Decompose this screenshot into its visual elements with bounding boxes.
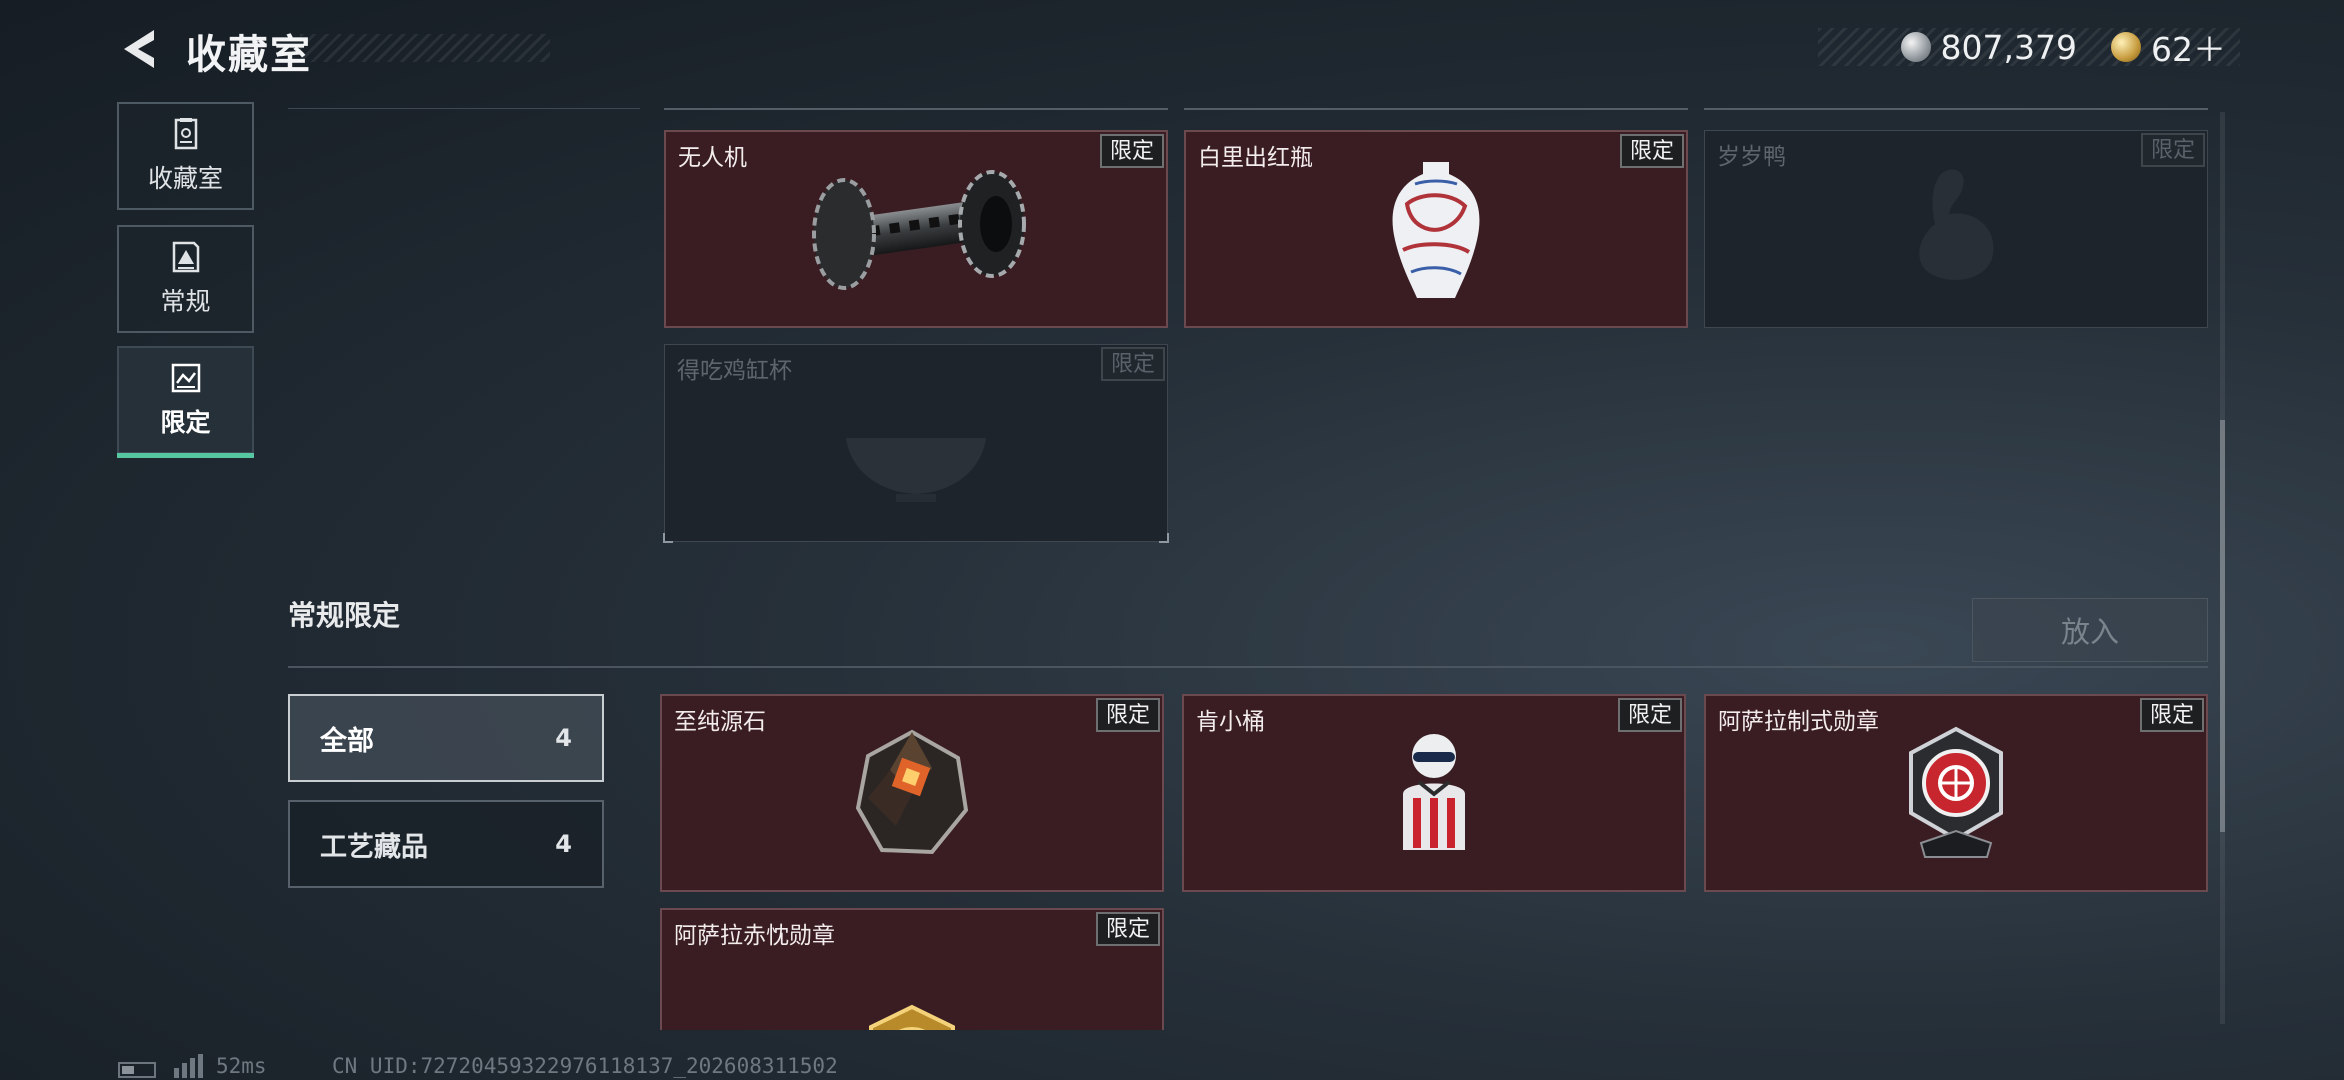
figure-icon xyxy=(1403,734,1465,850)
limited-badge: 限定 xyxy=(1619,134,1684,168)
limited-badge: 限定 xyxy=(1617,698,1682,732)
card-name: 阿萨拉制式勋章 xyxy=(1718,709,1879,735)
card-name: 肯小桶 xyxy=(1196,709,1265,735)
partial-row-edge xyxy=(1704,108,2208,110)
filter-count: 4 xyxy=(555,724,572,752)
collectible-card-vase[interactable]: 白里出红瓶 限定 xyxy=(1184,130,1688,328)
partial-row-edge xyxy=(664,108,1168,110)
collection-content: 无人机 限定 白里出红瓶 限定 岁岁鸭 限定 得吃鸡缸杯 限定 常规限定 放入 … xyxy=(0,0,2344,1030)
limited-badge: 限定 xyxy=(2140,133,2205,167)
scrollbar[interactable] xyxy=(2220,112,2225,1024)
medal-icon xyxy=(1909,726,2003,858)
duck-icon xyxy=(1919,169,1994,280)
user-uid: CN UID:72720459322976118137_202608311502 xyxy=(332,1054,838,1078)
card-name: 阿萨拉赤忱勋章 xyxy=(674,923,835,949)
card-name: 岁岁鸭 xyxy=(1717,144,1786,170)
cup-icon xyxy=(846,437,986,502)
card-name: 无人机 xyxy=(678,145,747,171)
status-footer: 52ms CN UID:72720459322976118137_2026083… xyxy=(0,1040,2344,1080)
filter-count: 4 xyxy=(555,830,572,858)
put-in-button[interactable]: 放入 xyxy=(1972,598,2208,662)
gold-medal-icon xyxy=(869,1005,955,1030)
card-name: 白里出红瓶 xyxy=(1198,145,1313,171)
drone-icon xyxy=(812,170,1026,290)
limited-badge: 限定 xyxy=(2139,698,2204,732)
card-name: 至纯源石 xyxy=(674,709,766,735)
limited-badge: 限定 xyxy=(1095,912,1160,946)
collectible-card-figure[interactable]: 肯小桶 限定 xyxy=(1182,694,1686,892)
corner-mark xyxy=(1159,533,1169,543)
signal-icon xyxy=(174,1054,203,1078)
scrollbar-thumb[interactable] xyxy=(2220,420,2225,832)
collectible-card-drone[interactable]: 无人机 限定 xyxy=(664,130,1168,328)
collectible-card-cup[interactable]: 得吃鸡缸杯 限定 xyxy=(663,344,1169,543)
battery-icon xyxy=(118,1062,156,1078)
partial-row-edge xyxy=(1184,108,1688,110)
filter-label: 全部 xyxy=(320,725,374,757)
filter-label: 工艺藏品 xyxy=(320,831,428,863)
limited-badge: 限定 xyxy=(1100,347,1165,381)
collectible-card-gold-medal[interactable]: 阿萨拉赤忱勋章 限定 xyxy=(660,908,1164,1030)
ping-value: 52ms xyxy=(216,1054,267,1078)
collectible-card-gem[interactable]: 至纯源石 限定 xyxy=(660,694,1164,892)
vase-icon xyxy=(1392,162,1480,298)
corner-mark xyxy=(663,533,673,543)
collectible-card-standard-medal[interactable]: 阿萨拉制式勋章 限定 xyxy=(1704,694,2208,892)
limited-badge: 限定 xyxy=(1095,698,1160,732)
section-title: 常规限定 xyxy=(288,599,401,632)
section-divider xyxy=(288,666,2208,668)
filter-crafts[interactable]: 工艺藏品 4 xyxy=(288,800,604,888)
gem-icon xyxy=(855,729,969,855)
collectible-card-duck[interactable]: 岁岁鸭 限定 xyxy=(1704,130,2208,328)
limited-badge: 限定 xyxy=(1099,134,1164,168)
partial-row-edge xyxy=(288,108,640,109)
filter-all[interactable]: 全部 4 xyxy=(288,694,604,782)
card-name: 得吃鸡缸杯 xyxy=(677,358,792,384)
